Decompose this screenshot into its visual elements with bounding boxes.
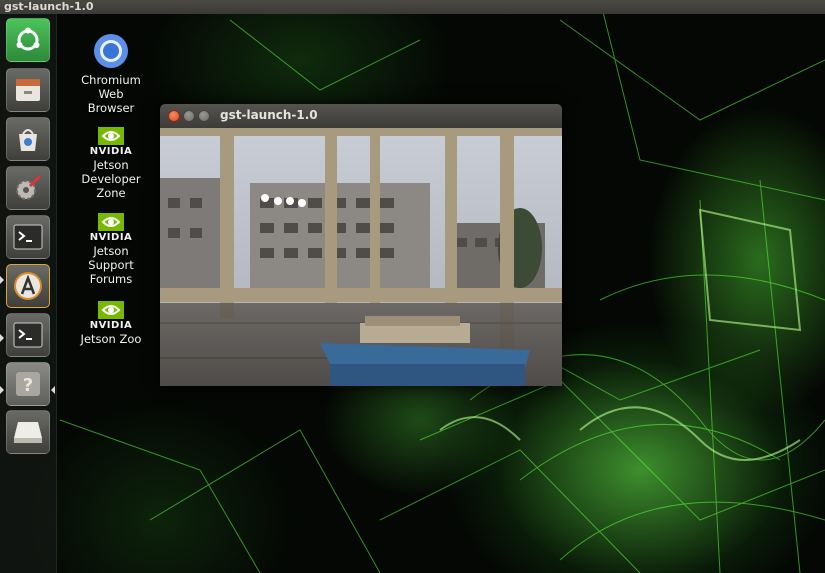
nvidia-icon <box>98 301 124 319</box>
terminal-icon[interactable] <box>6 313 50 357</box>
nvidia-wordmark: NVIDIA <box>89 232 133 243</box>
nvidia-wordmark: NVIDIA <box>89 320 133 331</box>
software-updater-icon[interactable] <box>6 264 50 308</box>
desktop-icon-label: Chromium Web Browser <box>81 73 141 115</box>
camera-preview <box>160 128 562 386</box>
desktop-icon-label: Jetson Developer Zone <box>81 158 141 200</box>
focused-indicator <box>51 386 55 394</box>
chromium-icon <box>94 34 128 68</box>
launcher: ? <box>0 14 57 573</box>
window-titlebar[interactable]: gst-launch-1.0 <box>160 104 562 128</box>
desktop-icon-jetson-developer-zone[interactable]: NVIDIA Jetson Developer Zone <box>76 126 146 200</box>
nvidia-wordmark: NVIDIA <box>89 146 133 157</box>
system-settings-icon[interactable] <box>6 166 50 210</box>
removable-drive-icon[interactable] <box>6 410 50 454</box>
close-window-button[interactable] <box>168 110 180 122</box>
active-window-title: gst-launch-1.0 <box>4 0 94 13</box>
running-indicator <box>0 334 4 342</box>
maximize-window-button[interactable] <box>198 110 210 122</box>
desktop-icon-label: Jetson Zoo <box>80 332 142 346</box>
nvidia-icon <box>98 213 124 231</box>
top-panel: gst-launch-1.0 <box>0 0 825 14</box>
terminal-icon[interactable] <box>6 215 50 259</box>
svg-text:?: ? <box>23 375 33 396</box>
ubuntu-dash-icon[interactable] <box>6 18 50 62</box>
help-icon[interactable]: ? <box>6 362 50 406</box>
camera-frame <box>160 128 562 386</box>
running-indicator <box>0 276 4 284</box>
files-icon[interactable] <box>6 68 50 112</box>
gst-launch-window[interactable]: gst-launch-1.0 <box>160 104 562 386</box>
desktop-icon-label: Jetson Support Forums <box>88 244 134 286</box>
desktop-icon-jetson-zoo[interactable]: NVIDIA Jetson Zoo <box>76 300 146 346</box>
minimize-window-button[interactable] <box>183 110 195 122</box>
desktop-icon-jetson-support-forums[interactable]: NVIDIA Jetson Support Forums <box>76 212 146 286</box>
window-title: gst-launch-1.0 <box>220 108 318 122</box>
software-center-icon[interactable] <box>6 117 50 161</box>
running-indicator <box>0 386 4 394</box>
desktop-icon-chromium[interactable]: Chromium Web Browser <box>76 32 146 115</box>
nvidia-icon <box>98 127 124 145</box>
